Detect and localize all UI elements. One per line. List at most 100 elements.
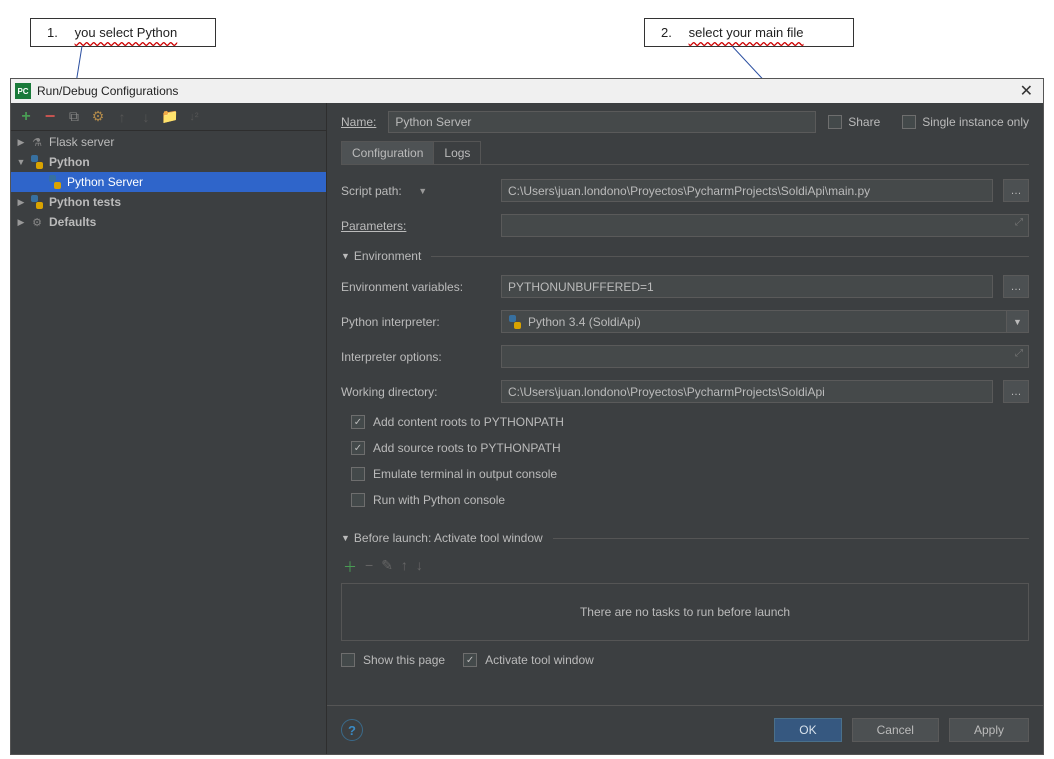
name-input[interactable] bbox=[388, 111, 816, 133]
expand-icon: ▶ bbox=[13, 137, 29, 148]
move-down-button[interactable]: ↓ bbox=[135, 106, 157, 128]
before-launch-section[interactable]: ▼ Before launch: Activate tool window bbox=[341, 531, 1029, 545]
collapse-icon: ▼ bbox=[13, 157, 29, 167]
tree-item-python-server[interactable]: Python Server bbox=[11, 172, 326, 192]
single-instance-label: Single instance only bbox=[922, 115, 1029, 129]
settings-config-button[interactable]: ⚙ bbox=[87, 106, 109, 128]
expand-icon: ▶ bbox=[13, 217, 29, 228]
tree-item-flask[interactable]: ▶ ⚗ Flask server bbox=[11, 132, 326, 152]
callout-1-text: you select Python bbox=[75, 25, 178, 40]
tree-item-python[interactable]: ▼ Python bbox=[11, 152, 326, 172]
before-launch-label: Before launch: Activate tool window bbox=[354, 531, 543, 545]
config-toolbar: + − ⧉ ⚙ ↑ ↓ 📁 ↓² bbox=[11, 103, 326, 131]
activate-tool-label: Activate tool window bbox=[485, 653, 594, 667]
chevron-down-icon[interactable]: ▼ bbox=[1007, 310, 1029, 333]
tabs: Configuration Logs bbox=[341, 141, 1029, 165]
script-path-label: Script path: bbox=[341, 184, 402, 198]
expand-icon[interactable]: ⤢ bbox=[1015, 348, 1023, 359]
remove-task-button[interactable]: − bbox=[365, 557, 373, 577]
collapse-icon: ▼ bbox=[341, 251, 350, 261]
copy-config-button[interactable]: ⧉ bbox=[63, 106, 85, 128]
single-instance-checkbox[interactable] bbox=[902, 115, 916, 129]
callout-2-text: select your main file bbox=[689, 25, 804, 40]
run-debug-dialog: PC Run/Debug Configurations ✕ + − ⧉ ⚙ ↑ … bbox=[10, 78, 1044, 755]
share-checkbox[interactable] bbox=[828, 115, 842, 129]
python-icon bbox=[47, 175, 63, 189]
before-launch-empty-text: There are no tasks to run before launch bbox=[580, 605, 790, 619]
tree-label: Flask server bbox=[49, 135, 114, 149]
script-path-mode-dropdown[interactable]: ▼ bbox=[412, 186, 434, 196]
interpreter-label: Python interpreter: bbox=[341, 315, 440, 329]
close-icon[interactable]: ✕ bbox=[1014, 81, 1039, 101]
folder-button[interactable]: 📁 bbox=[159, 106, 181, 128]
flask-icon: ⚗ bbox=[29, 135, 45, 149]
emulate-terminal-checkbox[interactable] bbox=[351, 467, 365, 481]
name-label: Name: bbox=[341, 115, 376, 129]
run-console-checkbox[interactable] bbox=[351, 493, 365, 507]
edit-env-vars-button[interactable]: … bbox=[1003, 275, 1029, 298]
tab-logs[interactable]: Logs bbox=[433, 141, 481, 164]
interpreter-options-input[interactable] bbox=[501, 345, 1029, 368]
before-launch-tasks-list: There are no tasks to run before launch bbox=[341, 583, 1029, 641]
activate-tool-checkbox[interactable] bbox=[463, 653, 477, 667]
environment-section-label: Environment bbox=[354, 249, 421, 263]
interpreter-combo[interactable]: Python 3.4 (SoldiApi) ▼ bbox=[501, 310, 1029, 333]
callout-1-num: 1. bbox=[47, 25, 71, 40]
titlebar-title: Run/Debug Configurations bbox=[37, 84, 178, 98]
working-dir-label: Working directory: bbox=[341, 385, 437, 399]
gear-icon: ⚙ bbox=[29, 215, 45, 229]
show-page-label: Show this page bbox=[363, 653, 445, 667]
tree-label: Python Server bbox=[67, 175, 143, 189]
working-dir-input[interactable] bbox=[501, 380, 993, 403]
tree-item-defaults[interactable]: ▶ ⚙ Defaults bbox=[11, 212, 326, 232]
interpreter-options-label: Interpreter options: bbox=[341, 350, 442, 364]
move-task-up-button[interactable]: ↑ bbox=[401, 557, 408, 577]
python-icon bbox=[508, 315, 522, 329]
script-path-input[interactable] bbox=[501, 179, 993, 202]
tree-label: Defaults bbox=[49, 215, 96, 229]
move-up-button[interactable]: ↑ bbox=[111, 106, 133, 128]
python-icon bbox=[29, 195, 45, 209]
interpreter-value: Python 3.4 (SoldiApi) bbox=[528, 315, 641, 329]
expand-icon: ▶ bbox=[13, 197, 29, 208]
content-roots-checkbox[interactable] bbox=[351, 415, 365, 429]
app-icon: PC bbox=[15, 83, 31, 99]
config-tree: ▶ ⚗ Flask server ▼ Python Python Server … bbox=[11, 131, 326, 754]
before-launch-toolbar: ＋ − ✎ ↑ ↓ bbox=[343, 557, 1029, 577]
tree-item-python-tests[interactable]: ▶ Python tests bbox=[11, 192, 326, 212]
parameters-label: Parameters: bbox=[341, 219, 406, 233]
tab-configuration[interactable]: Configuration bbox=[341, 141, 434, 164]
expand-icon[interactable]: ⤢ bbox=[1015, 217, 1023, 228]
share-label: Share bbox=[848, 115, 880, 129]
tree-label: Python tests bbox=[49, 195, 121, 209]
emulate-terminal-label: Emulate terminal in output console bbox=[373, 467, 557, 481]
help-button[interactable]: ? bbox=[341, 719, 363, 741]
browse-working-dir-button[interactable]: … bbox=[1003, 380, 1029, 403]
apply-button[interactable]: Apply bbox=[949, 718, 1029, 742]
env-vars-input[interactable] bbox=[501, 275, 993, 298]
callout-1: 1. you select Python bbox=[30, 18, 216, 47]
right-panel: Name: Share Single instance only Configu… bbox=[327, 103, 1043, 754]
env-vars-label: Environment variables: bbox=[341, 280, 463, 294]
add-task-button[interactable]: ＋ bbox=[343, 557, 357, 577]
titlebar: PC Run/Debug Configurations ✕ bbox=[11, 79, 1043, 103]
content-roots-label: Add content roots to PYTHONPATH bbox=[373, 415, 564, 429]
left-panel: + − ⧉ ⚙ ↑ ↓ 📁 ↓² ▶ ⚗ Flask server ▼ Pyth… bbox=[11, 103, 327, 754]
run-console-label: Run with Python console bbox=[373, 493, 505, 507]
edit-task-button[interactable]: ✎ bbox=[381, 557, 393, 577]
move-task-down-button[interactable]: ↓ bbox=[416, 557, 423, 577]
dialog-footer: ? OK Cancel Apply bbox=[327, 705, 1043, 754]
callout-2: 2. select your main file bbox=[644, 18, 854, 47]
python-icon bbox=[29, 155, 45, 169]
ok-button[interactable]: OK bbox=[774, 718, 841, 742]
tree-label: Python bbox=[49, 155, 90, 169]
parameters-input[interactable] bbox=[501, 214, 1029, 237]
cancel-button[interactable]: Cancel bbox=[852, 718, 939, 742]
environment-section[interactable]: ▼ Environment bbox=[341, 249, 1029, 263]
source-roots-checkbox[interactable] bbox=[351, 441, 365, 455]
browse-script-path-button[interactable]: … bbox=[1003, 179, 1029, 202]
remove-config-button[interactable]: − bbox=[39, 106, 61, 128]
add-config-button[interactable]: + bbox=[15, 106, 37, 128]
show-page-checkbox[interactable] bbox=[341, 653, 355, 667]
sort-button[interactable]: ↓² bbox=[183, 106, 205, 128]
